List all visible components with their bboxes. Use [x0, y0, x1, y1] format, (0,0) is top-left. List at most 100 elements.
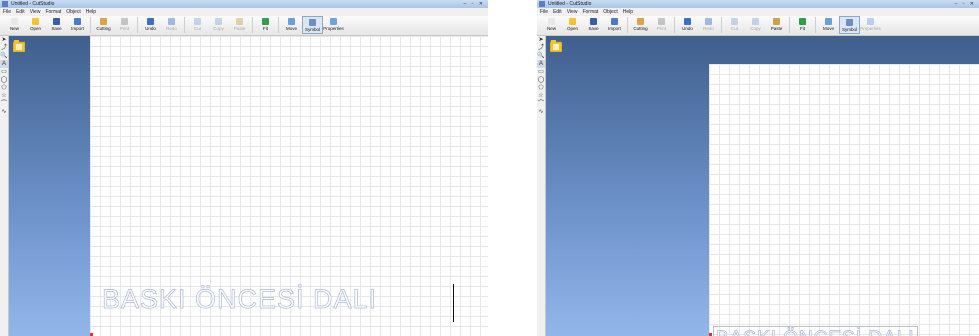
toolbar-label: Save: [51, 26, 62, 31]
toolbar-separator: [789, 17, 790, 33]
undo-button[interactable]: Undo: [140, 16, 161, 34]
toolbar-label: Copy: [213, 26, 224, 31]
move-button[interactable]: Move: [281, 16, 302, 34]
print-button[interactable]: Print: [651, 16, 672, 34]
ellipse-tool-icon[interactable]: ◯: [537, 76, 545, 84]
menu-object[interactable]: Object: [603, 8, 617, 16]
drawing-canvas[interactable]: BASKI ÖNCESİ DALI: [90, 36, 488, 336]
cutting-button[interactable]: Cutting: [93, 16, 114, 34]
redo-button[interactable]: Redo: [161, 16, 182, 34]
folder-icon[interactable]: [550, 40, 562, 52]
copy-button[interactable]: Copy: [208, 16, 229, 34]
new-icon: [548, 18, 555, 25]
toolbar-separator: [721, 17, 722, 33]
toolbar-label: Properties: [860, 26, 881, 31]
rectangle-tool-icon[interactable]: ▭: [0, 68, 8, 76]
menu-object[interactable]: Object: [66, 8, 80, 16]
properties-button[interactable]: Properties: [860, 16, 881, 34]
redo-button[interactable]: Redo: [698, 16, 719, 34]
canvas-text-object[interactable]: BASKI ÖNCESİ DALI: [713, 326, 918, 336]
toolbar-separator: [674, 17, 675, 33]
paste-button[interactable]: Paste: [766, 16, 787, 34]
import-icon: [74, 18, 81, 25]
open-button[interactable]: Open: [562, 16, 583, 34]
select-arrow-icon[interactable]: ➤: [0, 36, 8, 44]
fit-button[interactable]: Fit: [255, 16, 276, 34]
paste-button[interactable]: Paste: [229, 16, 250, 34]
text-tool-icon[interactable]: A: [0, 60, 8, 68]
select-arrow-icon[interactable]: ➤: [537, 36, 545, 44]
window-title: Untitled - CutStudio: [548, 1, 592, 7]
open-icon: [32, 18, 39, 25]
toolbar-label: Redo: [703, 26, 714, 31]
move-icon: [825, 18, 832, 25]
node-edit-icon[interactable]: ⤴: [537, 44, 545, 52]
toolbar-label: Cutting: [96, 26, 111, 31]
app-icon: [539, 1, 545, 7]
menu-edit[interactable]: Edit: [553, 8, 562, 16]
undo-icon: [147, 18, 154, 25]
import-button[interactable]: Import: [604, 16, 625, 34]
text-tool-icon[interactable]: A: [537, 60, 545, 68]
menu-help[interactable]: Help: [86, 8, 96, 16]
properties-button[interactable]: Properties: [323, 16, 344, 34]
menu-file[interactable]: File: [540, 8, 548, 16]
cut-button[interactable]: Cut: [724, 16, 745, 34]
polygon-tool-icon[interactable]: ⬠: [0, 84, 8, 92]
toolbar-label: Symbol: [841, 27, 857, 32]
folder-icon[interactable]: [13, 40, 25, 52]
zoom-icon[interactable]: 🔍: [537, 52, 545, 60]
bezier-tool-icon[interactable]: ⌒: [537, 100, 545, 108]
symbol-button[interactable]: Symbol: [302, 16, 323, 34]
menu-format[interactable]: Format: [582, 8, 598, 16]
open-button[interactable]: Open: [25, 16, 46, 34]
paste-icon: [236, 18, 243, 25]
canvas-text-object[interactable]: BASKI ÖNCESİ DALI: [102, 284, 377, 315]
toolbar-label: Open: [29, 26, 41, 31]
node-edit-icon[interactable]: ⤴: [0, 44, 8, 52]
menu-format[interactable]: Format: [45, 8, 61, 16]
cutstudio-window-left: Untitled - CutStudio – ▫ ✕ File Edit Vie…: [0, 0, 488, 336]
toolbar-label: Paste: [770, 26, 783, 31]
window-controls[interactable]: – ▫ ✕: [954, 1, 976, 7]
save-button[interactable]: Save: [583, 16, 604, 34]
zoom-icon[interactable]: 🔍: [0, 52, 8, 60]
menu-view[interactable]: View: [567, 8, 578, 16]
freehand-tool-icon[interactable]: ∿: [537, 108, 545, 116]
toolbar: New Open Save Import Cutting Print Undo Redo Cut…: [0, 16, 488, 36]
fit-button[interactable]: Fit: [792, 16, 813, 34]
save-icon: [590, 18, 597, 25]
import-button[interactable]: Import: [67, 16, 88, 34]
copy-button[interactable]: Copy: [745, 16, 766, 34]
window-controls[interactable]: – ▫ ✕: [463, 1, 485, 7]
cut-button[interactable]: Cut: [187, 16, 208, 34]
move-icon: [288, 18, 295, 25]
menu-file[interactable]: File: [3, 8, 11, 16]
new-button[interactable]: New: [4, 16, 25, 34]
star-tool-icon[interactable]: ☆: [537, 92, 545, 100]
toolbar-separator: [90, 17, 91, 33]
copy-icon: [215, 18, 222, 25]
toolbar-label: Move: [822, 26, 834, 31]
toolbar-label: Import: [608, 26, 621, 31]
menu-view[interactable]: View: [30, 8, 41, 16]
polygon-tool-icon[interactable]: ⬠: [537, 84, 545, 92]
save-button[interactable]: Save: [46, 16, 67, 34]
new-button[interactable]: New: [541, 16, 562, 34]
toolbar-separator: [627, 17, 628, 33]
ellipse-tool-icon[interactable]: ◯: [0, 76, 8, 84]
rectangle-tool-icon[interactable]: ▭: [537, 68, 545, 76]
drawing-canvas[interactable]: BASKI ÖNCESİ DALI: [709, 64, 979, 336]
freehand-tool-icon[interactable]: ∿: [0, 108, 8, 116]
app-icon: [2, 1, 8, 7]
cutting-button[interactable]: Cutting: [630, 16, 651, 34]
symbol-button[interactable]: Symbol: [839, 16, 860, 34]
star-tool-icon[interactable]: ☆: [0, 92, 8, 100]
menu-help[interactable]: Help: [623, 8, 633, 16]
bezier-tool-icon[interactable]: ⌒: [0, 100, 8, 108]
move-button[interactable]: Move: [818, 16, 839, 34]
properties-icon: [867, 18, 874, 25]
undo-button[interactable]: Undo: [677, 16, 698, 34]
menu-edit[interactable]: Edit: [16, 8, 25, 16]
print-button[interactable]: Print: [114, 16, 135, 34]
